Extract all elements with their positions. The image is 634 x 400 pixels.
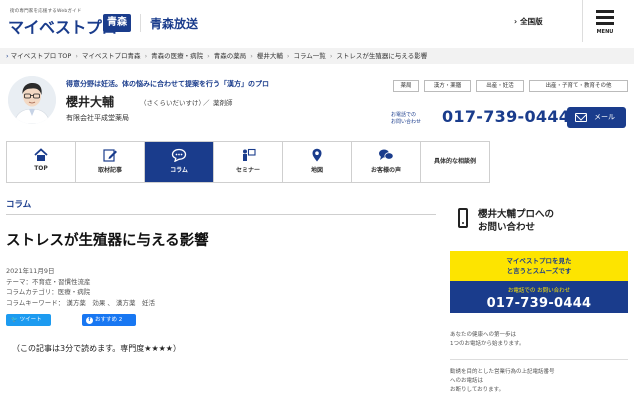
sidebar-tel-label: お電話での お問い合わせ (507, 288, 571, 294)
phone-number[interactable]: 017-739-0444 (442, 107, 570, 126)
tab-label: 取材記事 (97, 167, 122, 174)
smartphone-icon (458, 208, 468, 228)
profile-slash: ／ (203, 99, 210, 107)
article-meta: 2021年11月9日 テーマ：不育症・習慣性流産 コラムカテゴリ：医療・病院 コ… (6, 266, 436, 308)
mail-icon (575, 113, 587, 122)
tag-pregnancy[interactable]: 出産・妊活 (476, 80, 524, 92)
tab-map[interactable]: 地図 (283, 142, 352, 182)
mail-button-label: メール (594, 113, 615, 121)
menu-button[interactable]: MENU (582, 0, 626, 42)
article-date: 2021年11月9日 (6, 267, 55, 275)
tab-label: セミナー (235, 167, 260, 174)
partner-site-name[interactable]: 青森放送 (150, 15, 198, 32)
breadcrumb: › マイベストプロ TOP › マイベストプロ青森 › 青森の医療・病院 › 青森の薬局 › 櫻井… (0, 48, 634, 64)
profile-company: 有限会社平成堂薬局 (66, 114, 129, 122)
contact-sidebar: 櫻井大輔プロへの お問い合わせ マイベストプロを見た と言うとスムーズです お電… (450, 198, 628, 395)
map-pin-icon (312, 148, 322, 162)
tab-voices[interactable]: お客様の声 (352, 142, 421, 182)
article-keywords[interactable]: コラムキーワード： 漢方薬 効果 、 漢方薬 妊活 (6, 298, 436, 309)
nationwide-label: 全国版 (520, 17, 543, 26)
profile-header: 得意分野は妊活。体の悩みに合わせて提案を行う「漢方」のプロ 櫻井大輔 （さくらい… (0, 70, 634, 136)
profile-kana: （さくらいだいすけ） (140, 99, 205, 107)
home-chevron-icon: › (6, 52, 9, 60)
facebook-icon: f (86, 317, 93, 324)
tel-note: お電話での お問い合わせ (391, 112, 422, 125)
seminar-icon (243, 148, 256, 161)
mail-button[interactable]: メール (567, 107, 626, 128)
chat-icon (171, 148, 187, 162)
read-time-note: （この記事は3分で読めます。専門度★★★★） (12, 344, 181, 353)
breadcrumb-item-person[interactable]: 櫻井大輔 (257, 52, 283, 60)
breadcrumb-separator: › (286, 52, 290, 60)
profile-tabs: TOP 取材記事 コラム セミナー 地図 お客様の声 具体的な相談例 (6, 141, 490, 183)
tab-label: 具体的な相談例 (433, 158, 476, 165)
facebook-recommend-label: おすすめ 2 (95, 317, 123, 323)
article-theme[interactable]: テーマ：不育症・習慣性流産 (6, 277, 436, 288)
voices-icon (379, 149, 394, 160)
tag-kampo[interactable]: 漢方・薬膳 (424, 80, 471, 92)
tab-label: コラム (170, 167, 188, 174)
tab-interview[interactable]: 取材記事 (76, 142, 145, 182)
sidebar-note-solicitation: 勧誘を目的とした営業行為の上記電話番号 へのお電話は お断りしております。 (450, 369, 555, 393)
mention-notice: マイベストプロを見た と言うとスムーズです (450, 251, 628, 281)
breadcrumb-item-top[interactable]: マイベストプロ TOP (11, 52, 72, 60)
tab-label: お客様の声 (370, 167, 401, 174)
site-header: 街の専門家を応援するWebガイド マイベストプロ 青森 青森放送 › 全国版 ME… (0, 0, 634, 44)
tab-column[interactable]: コラム (145, 142, 214, 182)
home-icon (34, 148, 48, 161)
breadcrumb-separator: › (250, 52, 253, 60)
pencil-icon (103, 149, 117, 162)
category-tags: 薬局 漢方・薬膳 出産・妊活 出産・子育て・教育その他 (393, 80, 629, 94)
person-portrait-icon (8, 76, 56, 124)
profile-catchphrase: 得意分野は妊活。体の悩みに合わせて提案を行う「漢方」のプロ (66, 80, 269, 88)
sidebar-divider (450, 359, 628, 360)
sidebar-note: あなたの健康への第一歩は 1つのお電話から始まります。 (450, 332, 525, 347)
tab-label: TOP (34, 165, 48, 172)
profile-role: 薬剤師 (213, 99, 233, 107)
chevron-right-icon: › (514, 17, 518, 26)
prefecture-badge[interactable]: 青森 (103, 14, 131, 32)
article-title: ストレスが生殖器に与える影響 (6, 233, 209, 249)
nationwide-link[interactable]: › 全国版 (514, 16, 543, 27)
avatar[interactable] (8, 76, 56, 124)
tweet-button[interactable]: 🐦 ツイート (6, 314, 51, 326)
profile-name[interactable]: 櫻井大輔 (66, 93, 114, 110)
breadcrumb-separator: › (329, 52, 333, 60)
tab-top[interactable]: TOP (7, 142, 76, 182)
breadcrumb-item-pharmacy[interactable]: 青森の薬局 (214, 52, 247, 60)
sidebar-phone-box[interactable]: お電話での お問い合わせ 017-739-0444 (450, 281, 628, 313)
breadcrumb-item-current: ストレスが生殖器に与える影響 (336, 52, 428, 60)
breadcrumb-item-column-list[interactable]: コラム一覧 (294, 52, 326, 60)
tag-childcare[interactable]: 出産・子育て・教育その他 (529, 80, 628, 92)
article-category[interactable]: コラムカテゴリ：医療・病院 (6, 287, 436, 298)
twitter-bird-icon: 🐦 (11, 317, 18, 323)
tab-label: 地図 (310, 167, 323, 174)
tag-pharmacy[interactable]: 薬局 (393, 80, 419, 92)
facebook-recommend-button[interactable]: f おすすめ 2 (82, 314, 136, 326)
tweet-label: ツイート (19, 317, 42, 323)
tab-seminar[interactable]: セミナー (214, 142, 283, 182)
contact-header: 櫻井大輔プロへの お問い合わせ (450, 198, 628, 244)
breadcrumb-separator: › (207, 52, 210, 60)
hamburger-icon (596, 10, 614, 25)
breadcrumb-separator: › (75, 52, 78, 60)
sidebar-phone-number[interactable]: 017-739-0444 (450, 296, 628, 311)
breadcrumb-item-medical[interactable]: 青森の医療・病院 (151, 52, 203, 60)
site-logo[interactable]: マイベストプロ (8, 14, 117, 38)
section-label: コラム (6, 198, 436, 215)
menu-label: MENU (596, 29, 614, 35)
article-main: コラム ストレスが生殖器に与える影響 2021年11月9日 テーマ：不育症・習慣… (6, 198, 436, 354)
contact-title: 櫻井大輔プロへの お問い合わせ (478, 209, 555, 233)
logo-divider (140, 14, 141, 32)
share-buttons: 🐦 ツイート f おすすめ 2 (6, 314, 436, 326)
tab-consultation-examples[interactable]: 具体的な相談例 (421, 142, 489, 182)
breadcrumb-separator: › (144, 52, 148, 60)
breadcrumb-item-aomori[interactable]: マイベストプロ青森 (82, 52, 141, 60)
